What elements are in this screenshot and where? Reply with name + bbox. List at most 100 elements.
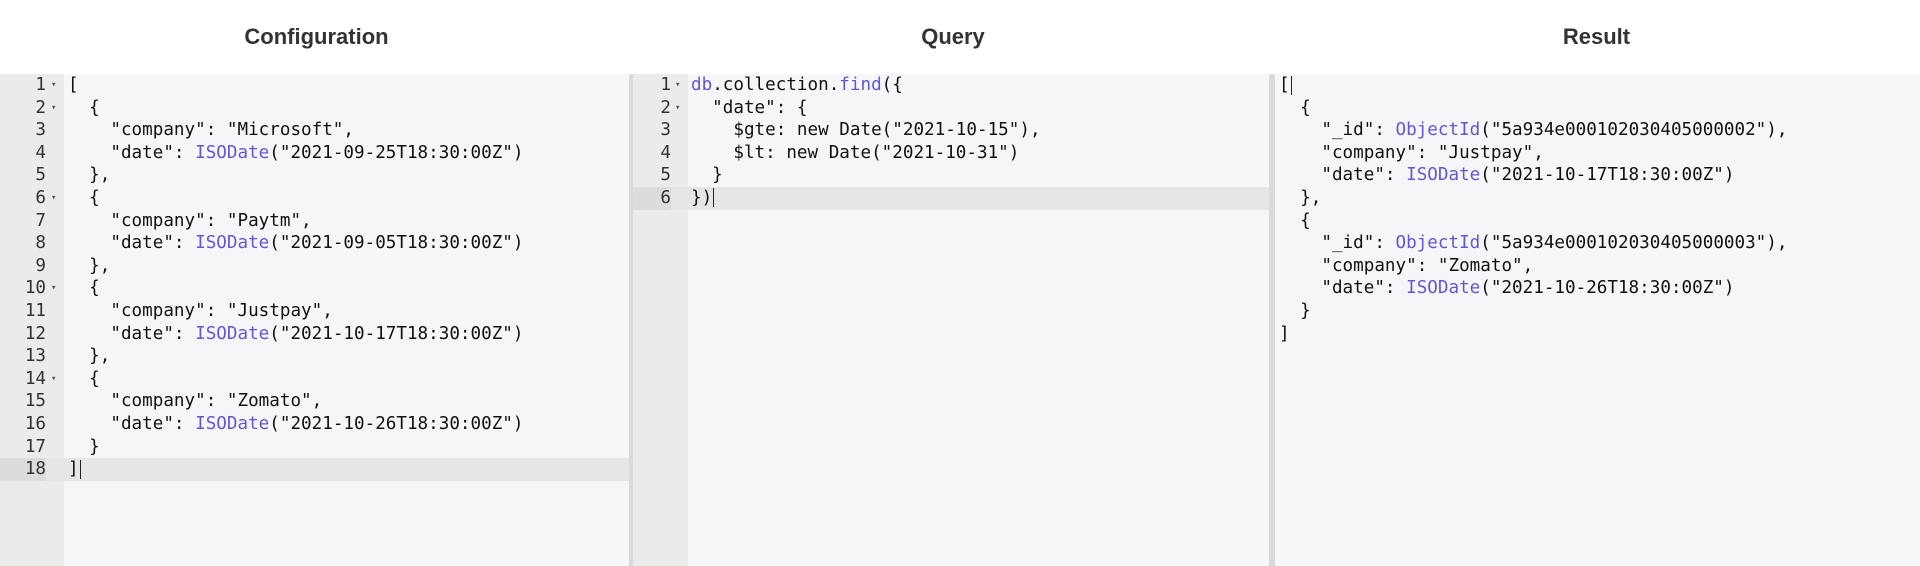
configuration-code-line[interactable]: 11 "company": "Justpay", [0,300,629,323]
configuration-code-line[interactable]: 8 "date": ISODate("2021-09-05T18:30:00Z"… [0,232,629,255]
fold-toggle-icon[interactable]: ▾ [675,74,680,97]
code-text: "company": "Justpay", [1279,142,1543,165]
code-text: "company": "Microsoft", [68,119,354,142]
function-token: ISODate [195,233,270,254]
line-number: 12 [24,323,46,344]
line-number: 1 [35,75,46,95]
configuration-code-line[interactable]: 10 ▾ { [0,277,629,300]
configuration-code-line[interactable]: 16 "date": ISODate("2021-10-26T18:30:00Z… [0,413,629,436]
code-token: "company": "Zomato", [68,391,323,412]
code-token: }, [1279,187,1322,208]
line-number: 2 [35,97,46,118]
code-token: "company": "Microsoft", [68,120,354,141]
code-token: { [1279,210,1311,231]
configuration-code-lines[interactable]: 1 ▾[2 ▾ {3 "company": "Microsoft", 4 "date"… [0,74,629,481]
code-text: }, [1279,187,1321,210]
configuration-editor[interactable]: 1 ▾[2 ▾ {3 "company": "Microsoft", 4 "date"… [0,74,629,566]
code-token: ("2021-10-26T18:30:00Z") [1480,278,1735,299]
code-token: "date": [68,142,196,163]
configuration-code-line[interactable]: 7 "company": "Paytm", [0,210,629,233]
code-text: "company": "Justpay", [68,300,332,323]
configuration-code-line[interactable]: 13 }, [0,345,629,368]
code-token: { [68,278,100,299]
code-token: { [68,97,100,118]
code-text: "_id": ObjectId("5a934e00010203040500000… [1279,232,1787,255]
code-text: }, [68,164,110,187]
fold-toggle-icon[interactable]: ▾ [51,187,56,210]
result-code-line[interactable]: "date": ISODate("2021-10-26T18:30:00Z") [1275,277,1920,300]
configuration-code-line[interactable]: 15 "company": "Zomato", [0,390,629,413]
code-token: ] [1279,323,1290,344]
line-number: 6 [633,186,671,210]
code-text: { [1279,210,1311,233]
fold-toggle-icon[interactable]: ▾ [675,97,680,120]
code-text: "date": ISODate("2021-10-26T18:30:00Z") [68,413,523,436]
configuration-code-line[interactable]: 12 "date": ISODate("2021-10-17T18:30:00Z… [0,323,629,346]
code-text: "date": ISODate("2021-10-17T18:30:00Z") [68,323,523,346]
code-token: "_id": [1279,233,1396,254]
code-text: { [1279,97,1311,120]
result-code-line[interactable]: "_id": ObjectId("5a934e00010203040500000… [1275,119,1920,142]
function-token: ISODate [195,142,270,163]
result-code-line[interactable]: "_id": ObjectId("5a934e00010203040500000… [1275,232,1920,255]
code-token: ("2021-09-25T18:30:00Z") [269,142,524,163]
result-code-line[interactable]: "company": "Justpay", [1275,142,1920,165]
code-token: ("2021-10-26T18:30:00Z") [269,413,524,434]
configuration-code-line[interactable]: 4 "date": ISODate("2021-09-25T18:30:00Z"… [0,142,629,165]
line-number: 1 [660,75,671,95]
result-code-line[interactable]: { [1275,97,1920,120]
configuration-code-line[interactable]: 2 ▾ { [0,97,629,120]
code-token: "company": "Zomato", [1279,255,1534,276]
function-token: ISODate [1406,278,1481,299]
line-number: 6 [35,187,46,208]
result-code-line[interactable]: [ [1275,74,1920,97]
configuration-code-line[interactable]: 18] [0,458,629,481]
fold-toggle-icon[interactable]: ▾ [51,97,56,120]
result-code-line[interactable]: "company": "Zomato", [1275,255,1920,278]
query-code-line[interactable]: 6}) [633,186,1269,210]
configuration-code-line[interactable]: 9 }, [0,255,629,278]
result-code-line[interactable]: { [1275,210,1920,233]
code-token: ("5a934e000102030405000003"), [1480,233,1788,254]
code-text: "date": ISODate("2021-10-17T18:30:00Z") [1279,164,1734,187]
code-token: .collection. [712,75,840,95]
configuration-code-line[interactable]: 1 ▾ [ [0,74,629,97]
configuration-code-line[interactable]: 6 ▾ { [0,187,629,210]
fold-toggle-icon[interactable]: ▾ [51,277,56,300]
result-code-line[interactable]: } [1275,300,1920,323]
configuration-code-line[interactable]: 14 ▾ { [0,368,629,391]
query-code-lines[interactable]: 1 ▾ db.collection.find({2 ▾ "date": {3 $gte… [633,74,1269,210]
result-code-line[interactable]: ] [1275,323,1920,346]
code-text: $gte: new Date("2021-10-15"), [691,119,1040,142]
code-text: { [68,368,100,391]
function-token: find [839,75,882,95]
code-token: { [1279,97,1311,118]
code-text: ] [1279,323,1290,346]
configuration-code-line[interactable]: 5 }, [0,164,629,187]
result-viewer[interactable]: [ { "_id": ObjectId("5a934e0001020304050… [1275,74,1920,566]
code-text: "date": ISODate("2021-09-05T18:30:00Z") [68,232,523,255]
function-token: ISODate [195,323,270,344]
line-number: 10 [24,278,46,299]
function-token: db [691,75,713,95]
result-code-line[interactable]: }, [1275,187,1920,210]
query-editor[interactable]: 1 ▾ db.collection.find({2 ▾ "date": {3 $gte… [633,74,1269,566]
code-token: ("2021-10-17T18:30:00Z") [269,323,524,344]
configuration-code-line[interactable]: 17 } [0,436,629,459]
query-code-line[interactable]: 4 $lt: new Date("2021-10-31") [633,142,1269,165]
query-code-line[interactable]: 5 } [633,164,1269,187]
line-number: 11 [24,300,46,321]
query-code-line[interactable]: 2 ▾ "date": { [633,97,1269,120]
result-code-lines[interactable]: [ { "_id": ObjectId("5a934e0001020304050… [1275,74,1920,345]
configuration-code-line[interactable]: 3 "company": "Microsoft", [0,119,629,142]
query-code-line[interactable]: 3 $gte: new Date("2021-10-15"), [633,119,1269,142]
query-code-line[interactable]: 1 ▾ db.collection.find({ [633,74,1269,97]
result-code-line[interactable]: "date": ISODate("2021-10-17T18:30:00Z") [1275,164,1920,187]
code-token: "company": "Paytm", [68,210,312,231]
code-token: ("2021-09-05T18:30:00Z") [269,233,524,254]
line-number: 2 [660,97,671,118]
line-number: 14 [24,368,46,389]
fold-toggle-icon[interactable]: ▾ [51,74,56,97]
code-token: }, [68,165,111,186]
fold-toggle-icon[interactable]: ▾ [51,368,56,391]
